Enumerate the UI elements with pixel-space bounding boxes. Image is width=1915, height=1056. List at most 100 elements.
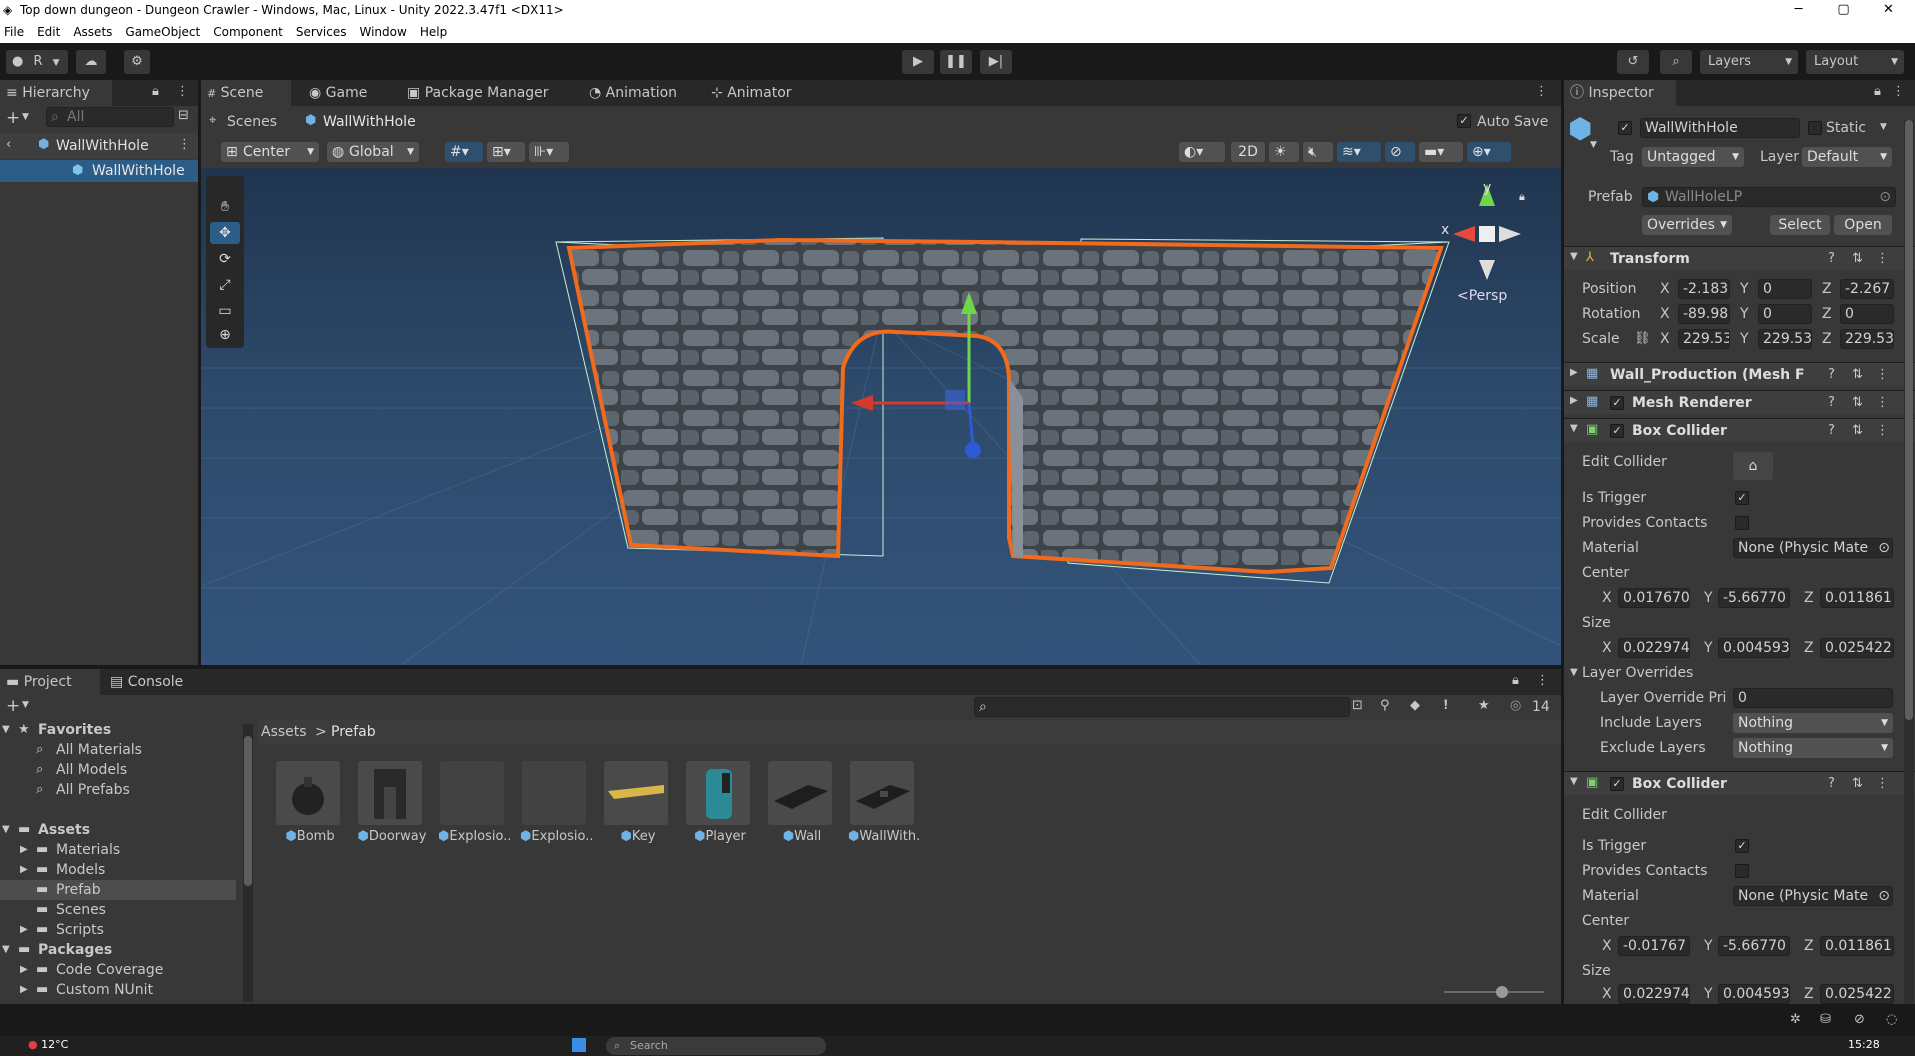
size-y-field[interactable]: 0.004593 bbox=[1718, 638, 1790, 658]
open-button[interactable]: Open bbox=[1834, 215, 1892, 235]
lock-icon[interactable]: 🔒︎ bbox=[1874, 84, 1881, 99]
preset-icon[interactable]: ⇅ bbox=[1852, 423, 1863, 438]
link-icon[interactable]: ⛓︎ bbox=[1634, 331, 1651, 346]
mesh-renderer-enabled-checkbox[interactable]: ✓ bbox=[1610, 396, 1624, 410]
play-button[interactable]: ▶ bbox=[902, 50, 934, 74]
folder-item[interactable]: Scenes bbox=[56, 900, 106, 920]
prefab-asset-field[interactable]: ⬢ WallHoleLP ⊙ bbox=[1642, 187, 1896, 207]
center-z-field[interactable]: 0.011861 bbox=[1820, 936, 1894, 956]
active-checkbox[interactable]: ✓ bbox=[1618, 121, 1632, 135]
folder-item[interactable]: Materials bbox=[56, 840, 120, 860]
minimize-button[interactable]: ─ bbox=[1776, 0, 1821, 21]
menu-services[interactable]: Services bbox=[296, 25, 347, 39]
filter-by-label-icon[interactable]: ⚲ bbox=[1380, 698, 1390, 713]
transform-tool-icon[interactable]: ⊕ bbox=[210, 324, 240, 346]
size-y-field[interactable]: 0.004593 bbox=[1718, 984, 1790, 1004]
layer-overrides-label[interactable]: Layer Overrides bbox=[1582, 663, 1693, 683]
center-y-field[interactable]: -5.66770 bbox=[1718, 936, 1790, 956]
folder-item[interactable]: Scripts bbox=[56, 920, 104, 940]
layer-dropdown[interactable]: Default ▼ bbox=[1802, 147, 1892, 167]
hand-tool-icon[interactable]: ✋︎ bbox=[210, 196, 240, 218]
tag-dropdown[interactable]: Untagged ▼ bbox=[1642, 147, 1744, 167]
expand-arrow-icon[interactable]: ▶ bbox=[20, 924, 28, 935]
cache-server-icon[interactable]: ⛁ bbox=[1820, 1012, 1831, 1027]
rotation-x-field[interactable]: -89.98 bbox=[1678, 304, 1730, 324]
inspector-scrollbar[interactable] bbox=[1904, 120, 1914, 1004]
favorites-item[interactable]: All Prefabs bbox=[56, 780, 130, 800]
box-collider-header[interactable]: ▼ ▣ ✓ Box Collider ? ⇅ ⋮ bbox=[1564, 418, 1915, 442]
back-arrow-icon[interactable]: ‹ bbox=[6, 137, 11, 152]
layers-dropdown[interactable]: Layers ▼ bbox=[1700, 50, 1798, 74]
space-mode-dropdown[interactable]: ◍ Global ▼ bbox=[327, 142, 419, 162]
object-picker-icon[interactable]: ⊙ bbox=[1879, 188, 1891, 206]
kebab-menu-icon[interactable]: ⋮ bbox=[176, 84, 189, 99]
camera-dropdown[interactable]: ▬▾ bbox=[1419, 142, 1463, 162]
preset-icon[interactable]: ⇅ bbox=[1852, 395, 1863, 410]
menu-file[interactable]: File bbox=[4, 25, 24, 39]
center-y-field[interactable]: -5.66770 bbox=[1718, 588, 1790, 608]
center-z-field[interactable]: 0.011861 bbox=[1820, 588, 1894, 608]
scale-tool-icon[interactable]: ⤢ bbox=[210, 274, 240, 296]
menu-component[interactable]: Component bbox=[213, 25, 283, 39]
size-z-field[interactable]: 0.025422 bbox=[1820, 984, 1894, 1004]
object-picker-icon[interactable]: ⊙ bbox=[1878, 887, 1890, 905]
project-search-input[interactable]: ⌕ bbox=[974, 697, 1350, 717]
size-x-field[interactable]: 0.022974 bbox=[1618, 638, 1690, 658]
rotate-tool-icon[interactable]: ⟳ bbox=[210, 248, 240, 270]
asset-key[interactable]: ⬢Key bbox=[604, 761, 668, 844]
step-button[interactable]: ▶| bbox=[980, 50, 1012, 74]
chevron-down-icon[interactable]: ▼ bbox=[22, 700, 29, 710]
preset-icon[interactable]: ⇅ bbox=[1852, 367, 1863, 382]
scale-y-field[interactable]: 229.53 bbox=[1758, 329, 1812, 349]
asset-wall[interactable]: ⬢Wall bbox=[768, 761, 832, 844]
tab-animation[interactable]: ◔ Animation bbox=[583, 80, 689, 106]
kebab-menu-icon[interactable]: ⋮ bbox=[1876, 367, 1889, 382]
material-field[interactable]: None (Physic Mate ⊙ bbox=[1733, 538, 1893, 558]
position-x-field[interactable]: -2.183 bbox=[1678, 279, 1730, 299]
rotation-z-field[interactable]: 0 bbox=[1840, 304, 1894, 324]
hierarchy-item[interactable]: ⬢ WallWithHole bbox=[0, 160, 198, 182]
chevron-down-icon[interactable]: ▼ bbox=[1880, 122, 1887, 132]
scrollbar-thumb[interactable] bbox=[244, 736, 252, 886]
hierarchy-prefab-header[interactable]: ‹ ⬢ WallWithHole ⋮ bbox=[0, 133, 198, 159]
box-collider-enabled-checkbox[interactable]: ✓ bbox=[1610, 777, 1624, 791]
tab-scene[interactable]: # Scene bbox=[201, 80, 291, 106]
kebab-menu-icon[interactable]: ⋮ bbox=[1536, 673, 1549, 688]
expand-arrow-icon[interactable]: ▶ bbox=[1570, 395, 1578, 406]
audio-toggle[interactable]: 🔇︎ bbox=[1303, 142, 1333, 162]
favorites-label[interactable]: Favorites bbox=[38, 720, 111, 740]
visibility-toggle[interactable]: ⊘ bbox=[1385, 142, 1415, 162]
layer-override-priority-field[interactable]: 0 bbox=[1733, 688, 1893, 708]
progress-icon[interactable]: ◌ bbox=[1886, 1012, 1897, 1027]
favorites-item[interactable]: All Models bbox=[56, 760, 127, 780]
center-x-field[interactable]: 0.017670 bbox=[1618, 588, 1690, 608]
tab-console[interactable]: ▤ Console bbox=[104, 669, 194, 695]
expand-arrow-icon[interactable]: ▶ bbox=[1570, 367, 1578, 378]
breadcrumb-scenes[interactable]: Scenes bbox=[227, 112, 277, 132]
material-field[interactable]: None (Physic Mate ⊙ bbox=[1733, 886, 1893, 906]
mesh-renderer-header[interactable]: ▶ ▦ ✓ Mesh Renderer ? ⇅ ⋮ bbox=[1564, 390, 1915, 414]
static-checkbox[interactable] bbox=[1808, 121, 1822, 135]
menu-gameobject[interactable]: GameObject bbox=[125, 25, 200, 39]
grid-visibility-button[interactable]: ⊞▾ bbox=[487, 142, 525, 162]
tab-inspector[interactable]: ⓘ Inspector bbox=[1564, 80, 1676, 106]
collab-button[interactable]: ⚙ bbox=[124, 50, 150, 74]
expand-arrow-icon[interactable]: ▼ bbox=[2, 724, 10, 735]
exclude-layers-dropdown[interactable]: Nothing ▼ bbox=[1733, 738, 1893, 758]
help-icon[interactable]: ? bbox=[1828, 367, 1835, 382]
chevron-down-icon[interactable]: ▼ bbox=[22, 112, 29, 122]
undo-history-button[interactable]: ↺ bbox=[1617, 50, 1649, 74]
select-button[interactable]: Select bbox=[1770, 215, 1830, 235]
object-name-field[interactable]: WallWithHole bbox=[1640, 118, 1800, 138]
search-by-type-icon[interactable]: ⊡ bbox=[1352, 698, 1363, 713]
layout-dropdown[interactable]: Layout ▼ bbox=[1806, 50, 1904, 74]
kebab-menu-icon[interactable]: ⋮ bbox=[178, 137, 191, 152]
lock-icon[interactable]: 🔒︎ bbox=[1512, 673, 1519, 688]
rotation-y-field[interactable]: 0 bbox=[1758, 304, 1812, 324]
menu-help[interactable]: Help bbox=[420, 25, 447, 39]
zoom-slider-thumb[interactable] bbox=[1496, 986, 1508, 998]
expand-arrow-icon[interactable]: ▶ bbox=[20, 864, 28, 875]
box-collider-header[interactable]: ▼ ▣ ✓ Box Collider ? ⇅ ⋮ bbox=[1564, 771, 1915, 795]
pivot-mode-dropdown[interactable]: ⊞ Center ▼ bbox=[221, 142, 319, 162]
position-z-field[interactable]: -2.267 bbox=[1840, 279, 1894, 299]
